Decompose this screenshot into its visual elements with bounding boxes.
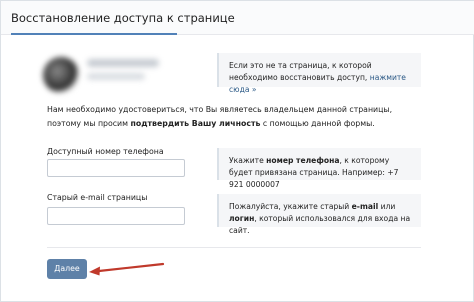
blurred-profile-name — [87, 59, 159, 67]
restore-access-page: Восстановление доступа к странице Если э… — [0, 0, 474, 302]
phone-label: Доступный номер телефона — [47, 147, 164, 156]
wrong-page-notice: Если это не та страница, к которой необх… — [217, 53, 421, 94]
email-hint-bold2: логин — [229, 214, 255, 223]
email-hint-mid: или — [378, 202, 396, 211]
phone-hint-part1: Укажите — [229, 156, 267, 165]
page-header: Восстановление доступа к странице — [1, 1, 474, 35]
email-hint-part1: Пожалуйста, укажите старый — [229, 202, 352, 211]
email-hint: Пожалуйста, укажите старый e-mail или ло… — [217, 194, 421, 235]
email-hint-part2: , который использовался для входа на сай… — [229, 214, 411, 235]
divider — [47, 247, 421, 248]
phone-input[interactable] — [47, 159, 185, 177]
intro-text-bold: подтвердить Вашу личность — [130, 119, 261, 128]
next-button[interactable]: Далее — [47, 259, 87, 279]
intro-text-part2: с помощью данной формы. — [260, 119, 375, 128]
email-input[interactable] — [47, 207, 185, 225]
phone-hint: Укажите номер телефона, к которому будет… — [217, 148, 421, 189]
page-title: Восстановление доступа к странице — [11, 11, 235, 25]
red-arrow-annotation — [89, 262, 165, 276]
title-underline — [11, 33, 177, 35]
notice-text: Если это не та страница, к которой необх… — [229, 61, 372, 82]
blurred-profile-subtitle — [87, 73, 145, 80]
avatar — [43, 57, 79, 93]
intro-text: Нам необходимо удостовериться, что Вы яв… — [47, 103, 407, 131]
email-label: Старый e-mail страницы — [47, 193, 148, 202]
phone-hint-bold: номер телефона — [266, 156, 340, 165]
email-hint-bold1: e-mail — [351, 202, 379, 211]
